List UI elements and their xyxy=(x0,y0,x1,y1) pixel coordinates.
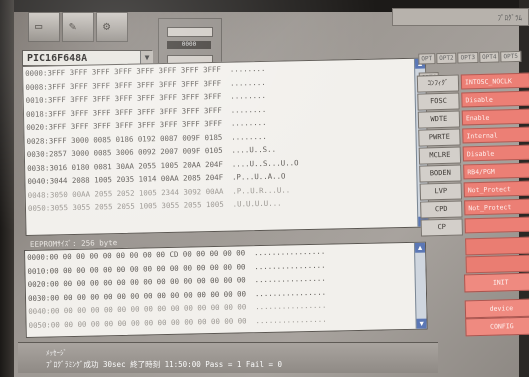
config-panel: OPTOPT2OPT3OPT4OPT5OPT6 ｺﾝﾌｨｸﾞ INTOSC_NO… xyxy=(402,43,529,337)
config-value[interactable]: RB4/PGM xyxy=(463,162,529,180)
config-value-empty[interactable] xyxy=(465,254,529,274)
tab-opt5[interactable]: OPT5 xyxy=(500,50,522,63)
edit-button[interactable]: ✎ xyxy=(62,12,94,42)
program-memory-view[interactable]: 0000:3FFF 3FFF 3FFF 3FFF 3FFF 3FFF 3FFF … xyxy=(22,57,430,236)
config-row: LVP Not_Protect xyxy=(419,180,529,201)
gear-icon: ⚙ xyxy=(103,19,111,33)
config-row: WDTE Enable xyxy=(417,108,529,129)
config-key: CPD xyxy=(420,200,463,219)
config-value[interactable]: Not_Protect xyxy=(464,198,529,216)
programmer-window: ▭ ✎ ⚙ 0000 ﾌﾟﾛｸﾞﾗﾑ PIC16F648A ▼ 0000:3FF… xyxy=(0,0,529,377)
config-key: ｺﾝﾌｨｸﾞ xyxy=(416,74,460,93)
config-row: PWRTE Internal xyxy=(418,126,529,147)
message-title: ﾒｯｾｰｼﾞ xyxy=(46,349,67,357)
config-value[interactable]: Not_Protect xyxy=(463,180,529,198)
config-row: ｺﾝﾌｨｸﾞ INTOSC_NOCLK xyxy=(416,72,529,93)
config-row: FOSC Disable xyxy=(417,90,529,111)
config-key: PWRTE xyxy=(418,128,461,147)
config-row: BODEN RB4/PGM xyxy=(419,162,529,183)
config-row: CPD Not_Protect xyxy=(420,198,529,219)
status-field xyxy=(167,27,213,37)
message-text: ﾌﾟﾛｸﾞﾗﾐﾝｸﾞ成功 30sec 終了時刻 11:50:00 Pass = … xyxy=(46,360,283,369)
device-button[interactable]: device xyxy=(464,298,529,319)
config-value[interactable]: INTOSC_NOCLK xyxy=(460,72,529,90)
config-value[interactable]: Enable xyxy=(461,108,529,126)
config-button[interactable]: CONFIG xyxy=(465,316,529,337)
settings-button[interactable]: ⚙ xyxy=(96,12,128,42)
config-value[interactable] xyxy=(464,216,529,234)
config-row: MCLRE Disable xyxy=(418,144,529,165)
config-tabs: OPTOPT2OPT3OPT4OPT5OPT6 xyxy=(418,43,529,84)
tab-opt3[interactable]: OPT3 xyxy=(457,52,479,64)
tab-opt2[interactable]: OPT2 xyxy=(436,52,457,65)
tab-opt[interactable]: OPT xyxy=(418,53,436,65)
config-key: CP xyxy=(420,218,463,237)
config-key: FOSC xyxy=(417,92,460,111)
eeprom-view[interactable]: 0000:00 00 00 00 00 00 00 00 00 CD 00 00… xyxy=(24,241,428,338)
config-key: LVP xyxy=(419,182,463,201)
config-value[interactable]: Disable xyxy=(462,144,529,162)
monitor-bezel-left xyxy=(0,0,14,377)
config-value[interactable]: Internal xyxy=(462,126,529,144)
init-button[interactable]: INIT xyxy=(464,272,529,293)
config-key: WDTE xyxy=(417,110,461,129)
config-key: BODEN xyxy=(419,164,462,183)
pencil-icon: ✎ xyxy=(69,19,77,33)
config-row: CP xyxy=(420,216,529,237)
config-value[interactable]: Disable xyxy=(461,90,529,108)
config-value-empty[interactable] xyxy=(465,236,529,256)
config-key: MCLRE xyxy=(418,146,462,165)
message-bar: ﾒｯｾｰｼﾞ ﾌﾟﾛｸﾞﾗﾐﾝｸﾞ成功 30sec 終了時刻 11:50:00 … xyxy=(18,342,438,373)
status-value: 0000 xyxy=(167,41,211,49)
mode-field[interactable]: ﾌﾟﾛｸﾞﾗﾑ xyxy=(392,8,529,26)
open-button[interactable]: ▭ xyxy=(28,12,60,42)
tab-opt4[interactable]: OPT4 xyxy=(478,51,500,63)
folder-icon: ▭ xyxy=(35,19,43,33)
